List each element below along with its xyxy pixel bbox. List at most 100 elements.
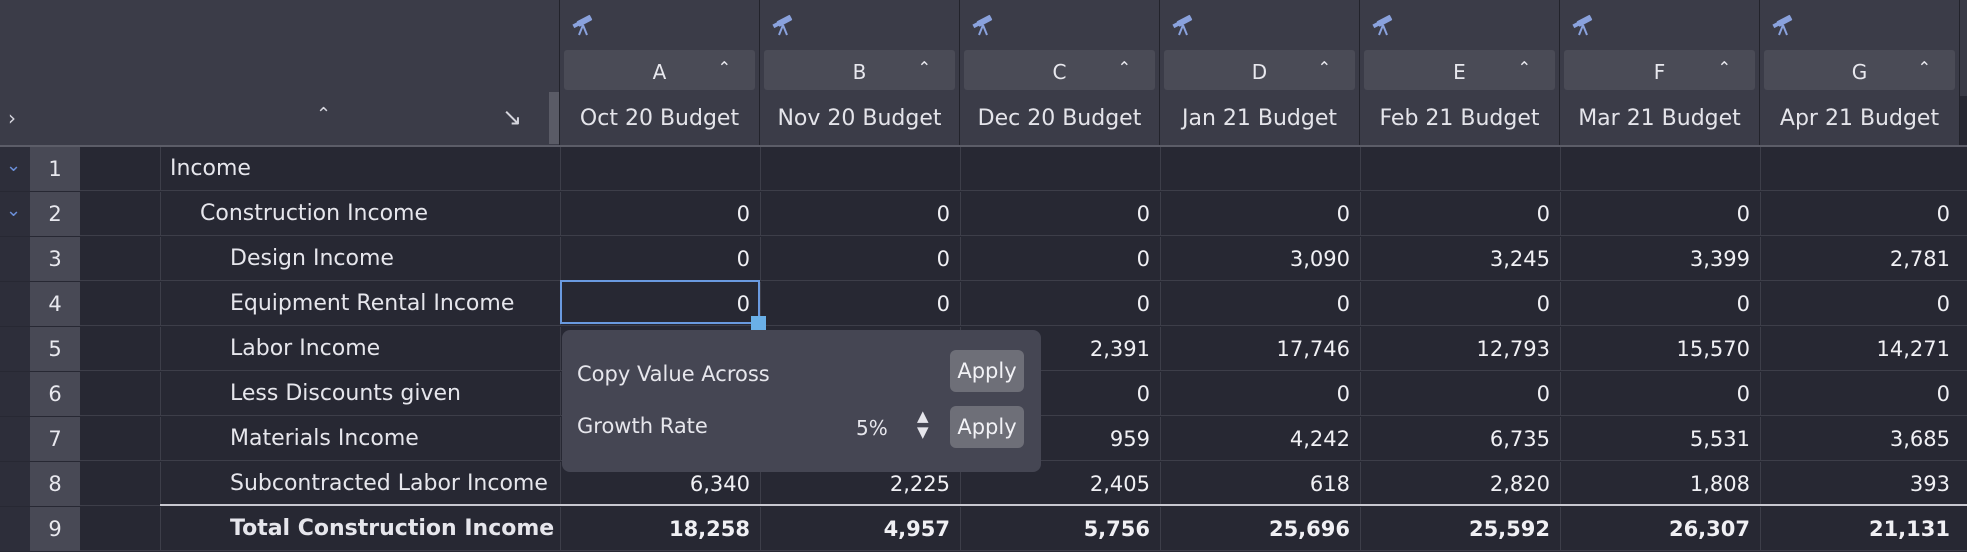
- table-cell[interactable]: 0: [1560, 192, 1760, 236]
- table-cell[interactable]: 0: [1560, 372, 1760, 416]
- column-resize-handle[interactable]: [549, 92, 559, 144]
- table-cell[interactable]: 25,592: [1360, 507, 1560, 551]
- sort-updown-icon[interactable]: ⌃: [316, 104, 331, 125]
- table-cell[interactable]: 3,245: [1360, 237, 1560, 281]
- growth-rate-stepper-icon[interactable]: ▲ ▼: [917, 408, 929, 440]
- table-cell[interactable]: 0: [1760, 192, 1960, 236]
- table-cell[interactable]: [760, 147, 960, 191]
- row-number[interactable]: 2: [30, 192, 80, 236]
- column-letter-button[interactable]: A ⌃: [564, 50, 755, 90]
- table-cell[interactable]: 12,793: [1360, 327, 1560, 371]
- table-cell[interactable]: 5,531: [1560, 417, 1760, 461]
- table-cell[interactable]: 0: [1360, 192, 1560, 236]
- column-letter-button[interactable]: D ⌃: [1164, 50, 1355, 90]
- column-header-f[interactable]: F ⌃ Mar 21 Budget: [1560, 0, 1760, 147]
- column-header-g[interactable]: G ⌃ Apr 21 Budget: [1760, 0, 1960, 147]
- table-cell[interactable]: 18,258: [560, 507, 760, 551]
- table-cell[interactable]: 0: [960, 192, 1160, 236]
- table-cell[interactable]: 618: [1160, 462, 1360, 506]
- table-cell[interactable]: 0: [760, 282, 960, 326]
- table-cell[interactable]: 21,131: [1760, 507, 1960, 551]
- column-letter-button[interactable]: C ⌃: [964, 50, 1155, 90]
- telescope-icon[interactable]: [970, 12, 998, 38]
- table-cell[interactable]: 0: [1560, 282, 1760, 326]
- sort-updown-icon[interactable]: ⌃: [1518, 58, 1531, 77]
- column-header-b[interactable]: B ⌃ Nov 20 Budget: [760, 0, 960, 147]
- table-cell[interactable]: 0: [760, 192, 960, 236]
- table-cell[interactable]: 26,307: [1560, 507, 1760, 551]
- table-cell[interactable]: 4,957: [760, 507, 960, 551]
- table-cell[interactable]: 2,781: [1760, 237, 1960, 281]
- sort-updown-icon[interactable]: ⌃: [718, 58, 731, 77]
- table-cell[interactable]: 0: [1160, 372, 1360, 416]
- apply-copy-button[interactable]: Apply: [950, 350, 1024, 392]
- table-cell[interactable]: 1,808: [1560, 462, 1760, 506]
- table-cell[interactable]: 0: [1760, 282, 1960, 326]
- row-number[interactable]: 6: [30, 372, 80, 416]
- telescope-icon[interactable]: [770, 12, 798, 38]
- selected-cell[interactable]: [560, 280, 760, 324]
- fill-handle[interactable]: [751, 316, 766, 331]
- telescope-icon[interactable]: [570, 12, 598, 38]
- table-cell[interactable]: 17,746: [1160, 327, 1360, 371]
- chevron-down-icon[interactable]: ⌄: [6, 200, 21, 221]
- table-cell[interactable]: 5,756: [960, 507, 1160, 551]
- column-letter-button[interactable]: G ⌃: [1764, 50, 1955, 90]
- table-cell[interactable]: [560, 147, 760, 191]
- telescope-icon[interactable]: [1770, 12, 1798, 38]
- table-cell[interactable]: 25,696: [1160, 507, 1360, 551]
- column-header-a[interactable]: A ⌃ Oct 20 Budget: [560, 0, 760, 147]
- table-cell[interactable]: 4,242: [1160, 417, 1360, 461]
- table-cell[interactable]: 3,090: [1160, 237, 1360, 281]
- sort-updown-icon[interactable]: ⌃: [1918, 58, 1931, 77]
- table-cell[interactable]: 393: [1760, 462, 1960, 506]
- table-cell[interactable]: 0: [960, 282, 1160, 326]
- column-letter-button[interactable]: F ⌃: [1564, 50, 1755, 90]
- table-cell[interactable]: [1360, 147, 1560, 191]
- row-number[interactable]: 5: [30, 327, 80, 371]
- table-cell[interactable]: 0: [560, 192, 760, 236]
- chevron-right-icon[interactable]: ›: [8, 106, 16, 130]
- table-cell[interactable]: 14,271: [1760, 327, 1960, 371]
- column-letter-button[interactable]: E ⌃: [1364, 50, 1555, 90]
- table-cell[interactable]: 0: [1160, 282, 1360, 326]
- chevron-down-icon[interactable]: ⌄: [6, 155, 21, 176]
- table-cell[interactable]: [1560, 147, 1760, 191]
- sort-updown-icon[interactable]: ⌃: [1118, 58, 1131, 77]
- row-number[interactable]: 8: [30, 462, 80, 506]
- row-number[interactable]: 4: [30, 282, 80, 326]
- column-letter-button[interactable]: B ⌃: [764, 50, 955, 90]
- row-number[interactable]: 3: [30, 237, 80, 281]
- table-cell[interactable]: 0: [960, 237, 1160, 281]
- column-header-e[interactable]: E ⌃ Feb 21 Budget: [1360, 0, 1560, 147]
- row-number[interactable]: 1: [30, 147, 80, 191]
- table-cell[interactable]: 0: [560, 237, 760, 281]
- column-header-d[interactable]: D ⌃ Jan 21 Budget: [1160, 0, 1360, 147]
- table-cell[interactable]: 3,685: [1760, 417, 1960, 461]
- row-number[interactable]: 9: [30, 507, 80, 551]
- table-cell[interactable]: 2,820: [1360, 462, 1560, 506]
- table-cell[interactable]: 0: [760, 237, 960, 281]
- table-cell[interactable]: [1160, 147, 1360, 191]
- sort-updown-icon[interactable]: ⌃: [1318, 58, 1331, 77]
- telescope-icon[interactable]: [1570, 12, 1598, 38]
- table-cell[interactable]: 0: [1360, 372, 1560, 416]
- telescope-icon[interactable]: [1170, 12, 1198, 38]
- table-cell[interactable]: 0: [1760, 372, 1960, 416]
- table-cell[interactable]: 0: [1160, 192, 1360, 236]
- column-header-c[interactable]: C ⌃ Dec 20 Budget: [960, 0, 1160, 147]
- telescope-icon[interactable]: [1370, 12, 1398, 38]
- table-cell[interactable]: 6,735: [1360, 417, 1560, 461]
- sort-updown-icon[interactable]: ⌃: [1718, 58, 1731, 77]
- table-cell[interactable]: [1760, 147, 1960, 191]
- sort-updown-icon[interactable]: ⌃: [918, 58, 931, 77]
- table-cell[interactable]: 0: [1360, 282, 1560, 326]
- row-spacer: [80, 507, 161, 551]
- apply-growth-button[interactable]: Apply: [950, 406, 1024, 448]
- row-number[interactable]: 7: [30, 417, 80, 461]
- arrow-down-right-icon[interactable]: ↘: [502, 103, 522, 131]
- growth-rate-input[interactable]: 5%: [856, 416, 888, 440]
- table-cell[interactable]: 15,570: [1560, 327, 1760, 371]
- table-cell[interactable]: [960, 147, 1160, 191]
- table-cell[interactable]: 3,399: [1560, 237, 1760, 281]
